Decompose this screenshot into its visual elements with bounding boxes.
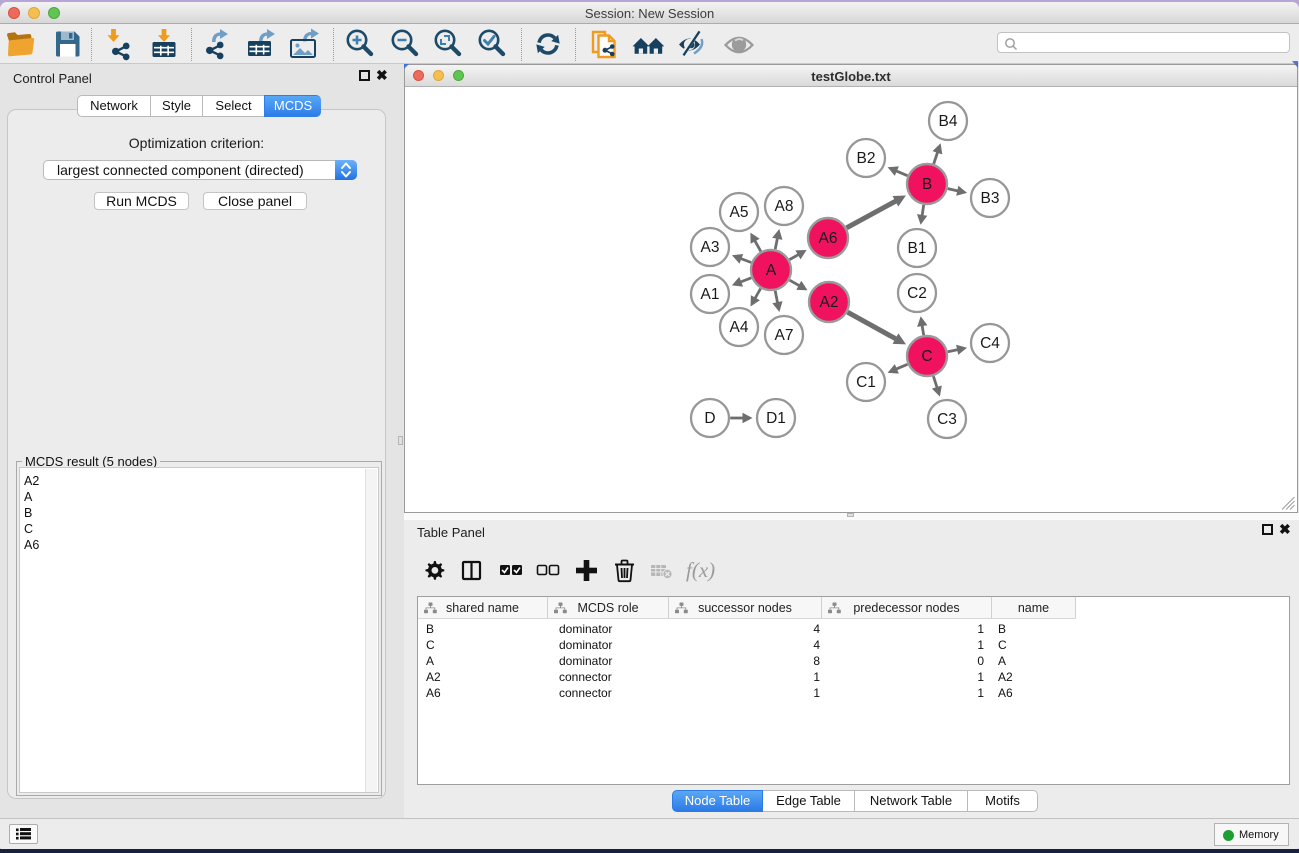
svg-text:D1: D1 [766, 410, 786, 427]
svg-text:C3: C3 [937, 411, 957, 428]
svg-text:A6: A6 [819, 230, 838, 247]
svg-text:C1: C1 [856, 374, 876, 391]
svg-text:A1: A1 [701, 286, 720, 303]
svg-text:C4: C4 [980, 335, 1000, 352]
svg-text:A3: A3 [701, 239, 720, 256]
svg-text:A7: A7 [775, 327, 794, 344]
svg-text:B1: B1 [908, 240, 927, 257]
svg-text:B4: B4 [939, 113, 958, 130]
svg-text:B: B [922, 176, 932, 193]
svg-text:A4: A4 [730, 319, 749, 336]
svg-text:A2: A2 [820, 294, 839, 311]
svg-text:A5: A5 [730, 204, 749, 221]
svg-text:A8: A8 [775, 198, 794, 215]
svg-text:C: C [921, 348, 932, 365]
svg-text:B3: B3 [981, 190, 1000, 207]
svg-text:D: D [704, 410, 715, 427]
svg-text:A: A [766, 262, 777, 279]
svg-text:B2: B2 [857, 150, 876, 167]
svg-text:C2: C2 [907, 285, 927, 302]
